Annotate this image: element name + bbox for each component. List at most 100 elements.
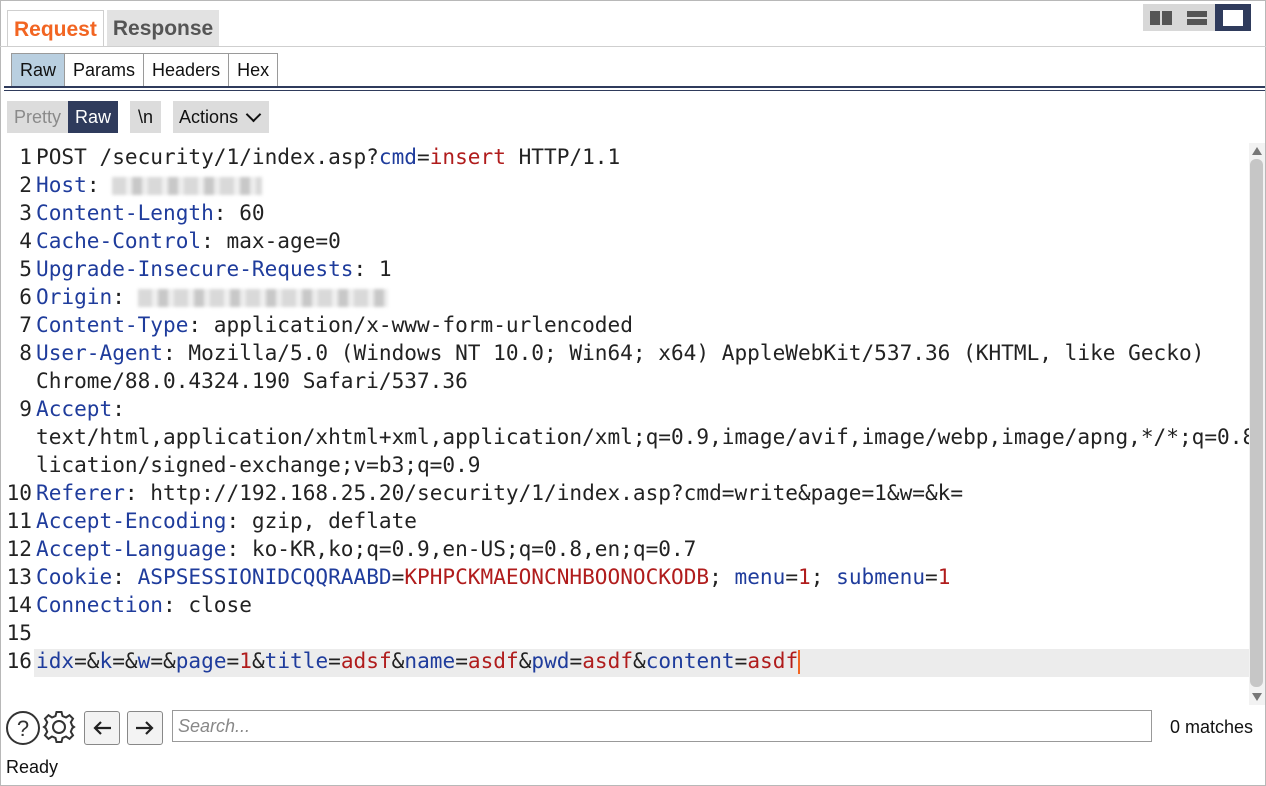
line-number: 5 bbox=[19, 256, 32, 281]
scrollbar-thumb[interactable] bbox=[1250, 159, 1263, 687]
redacted-value bbox=[137, 289, 388, 307]
vertical-scrollbar[interactable] bbox=[1249, 143, 1265, 705]
redacted-value bbox=[112, 177, 263, 195]
header-name: w bbox=[137, 648, 151, 673]
code-line: Content-Length: 60 bbox=[36, 199, 265, 227]
code-text: & bbox=[251, 648, 265, 673]
line-number: 1 bbox=[19, 144, 32, 169]
code-line: text/html,application/xhtml+xml,applicat… bbox=[36, 423, 1249, 451]
header-name: Content-Length bbox=[36, 200, 214, 225]
header-name: pwd bbox=[531, 648, 570, 673]
raw-button[interactable]: Raw bbox=[68, 101, 119, 133]
line-number: 7 bbox=[19, 312, 32, 337]
header-name: submenu bbox=[836, 564, 926, 589]
match-count: 0 matches bbox=[1170, 717, 1254, 737]
code-line: Chrome/88.0.4324.190 Safari/537.36 bbox=[36, 367, 468, 395]
code-text: : bbox=[86, 172, 113, 197]
header-name: Connection bbox=[36, 592, 163, 617]
line-number: 8 bbox=[19, 340, 32, 365]
chevron-down-icon bbox=[245, 106, 262, 122]
layout-switcher bbox=[1143, 4, 1251, 31]
show-newlines-button[interactable]: \n bbox=[130, 101, 162, 133]
code-text: = bbox=[328, 648, 341, 673]
code-text: & bbox=[518, 648, 532, 673]
subtab-underline-thin bbox=[4, 90, 1265, 91]
code-text: = bbox=[226, 648, 240, 673]
tab-request[interactable]: Request bbox=[7, 10, 104, 47]
subtab-params[interactable]: Params bbox=[64, 53, 145, 87]
code-text: & bbox=[633, 648, 646, 673]
line-number: 6 bbox=[19, 284, 32, 309]
header-name: idx bbox=[36, 648, 75, 673]
code-line: Connection: close bbox=[36, 591, 252, 619]
code-line: Accept-Language: ko-KR,ko;q=0.9,en-US;q=… bbox=[36, 535, 696, 563]
param-value: KPHPCKMAEONCNHBOONOCKODB bbox=[404, 564, 710, 589]
layout-stacked-button[interactable] bbox=[1179, 4, 1215, 31]
code-text: : ko-KR,ko;q=0.9,en-US;q=0.8,en;q=0.7 bbox=[226, 536, 697, 561]
status-text: Ready bbox=[6, 757, 59, 777]
line-number: 15 bbox=[6, 620, 32, 645]
columns-icon bbox=[1150, 10, 1172, 25]
request-view-tabs: Raw Params Headers Hex bbox=[11, 53, 279, 87]
arrow-left-icon bbox=[93, 721, 111, 735]
code-text: : max-age=0 bbox=[201, 228, 341, 253]
line-number: 14 bbox=[6, 592, 32, 617]
line-number: 16 bbox=[6, 648, 32, 673]
code-text: : bbox=[112, 564, 138, 589]
tab-response[interactable]: Response bbox=[106, 10, 220, 46]
header-name: Accept-Encoding bbox=[36, 508, 227, 533]
code-text: = bbox=[734, 648, 748, 673]
line-number: 12 bbox=[6, 536, 32, 561]
search-input[interactable] bbox=[172, 710, 1152, 742]
header-name: Upgrade-Insecure-Requests bbox=[36, 256, 354, 281]
line-number: 11 bbox=[6, 508, 32, 533]
code-line: User-Agent: Mozilla/5.0 (Windows NT 10.0… bbox=[36, 339, 1204, 367]
gear-icon[interactable] bbox=[42, 710, 76, 744]
code-line: Cache-Control: max-age=0 bbox=[36, 227, 341, 255]
line-number: 2 bbox=[19, 172, 32, 197]
header-name: Cookie bbox=[36, 564, 113, 589]
header-name: Referer bbox=[36, 480, 125, 505]
code-text: =& bbox=[112, 648, 138, 673]
code-line: idx=&k=&w=&page=1&title=adsf&name=asdf&p… bbox=[36, 647, 801, 675]
text-cursor bbox=[798, 650, 801, 674]
previous-match-button[interactable] bbox=[84, 711, 120, 745]
scroll-up-icon[interactable] bbox=[1252, 147, 1262, 155]
help-icon[interactable]: ? bbox=[6, 711, 40, 745]
scroll-down-icon[interactable] bbox=[1252, 693, 1262, 701]
subtab-hex[interactable]: Hex bbox=[228, 53, 279, 87]
code-text: : 1 bbox=[353, 256, 392, 281]
next-match-button[interactable] bbox=[127, 711, 163, 745]
header-name: Origin bbox=[36, 284, 113, 309]
code-text: : close bbox=[163, 592, 252, 617]
pretty-button[interactable]: Pretty bbox=[7, 101, 69, 133]
search-bar: ? 0 matches bbox=[0, 707, 1266, 749]
code-text: = bbox=[455, 648, 468, 673]
code-line: Accept: bbox=[36, 395, 125, 423]
subtab-headers[interactable]: Headers bbox=[143, 53, 230, 87]
param-value: 1 bbox=[937, 564, 951, 589]
line-number: 13 bbox=[6, 564, 32, 589]
code-line: lication/signed-exchange;v=b3;q=0.9 bbox=[36, 451, 480, 479]
editor-toolbar: Pretty Raw \n Actions bbox=[7, 101, 270, 133]
actions-dropdown[interactable]: Actions bbox=[173, 101, 270, 133]
layout-single-button[interactable] bbox=[1215, 4, 1251, 31]
subtab-raw[interactable]: Raw bbox=[11, 53, 66, 87]
code-line: Host: bbox=[36, 171, 263, 199]
request-editor[interactable]: 1 POST /security/1/index.asp?cmd=insert H… bbox=[2, 143, 1249, 705]
code-line: Referer: http://192.168.25.20/security/1… bbox=[36, 479, 963, 507]
layout-side-by-side-button[interactable] bbox=[1143, 4, 1179, 31]
line-number: 4 bbox=[19, 228, 32, 253]
header-name: Accept-Language bbox=[36, 536, 227, 561]
code-text: ; bbox=[709, 564, 735, 589]
header-name: Host bbox=[36, 172, 87, 197]
code-text: =& bbox=[150, 648, 176, 673]
header-name: Accept bbox=[36, 396, 113, 421]
code-text: POST /security/1/index.asp? bbox=[36, 144, 379, 169]
header-name: name bbox=[404, 648, 456, 673]
single-pane-icon bbox=[1223, 9, 1243, 26]
code-text: : gzip, deflate bbox=[226, 508, 418, 533]
param-value: asdf bbox=[467, 648, 519, 673]
header-name: Cache-Control bbox=[36, 228, 202, 253]
header-name: content bbox=[645, 648, 735, 673]
